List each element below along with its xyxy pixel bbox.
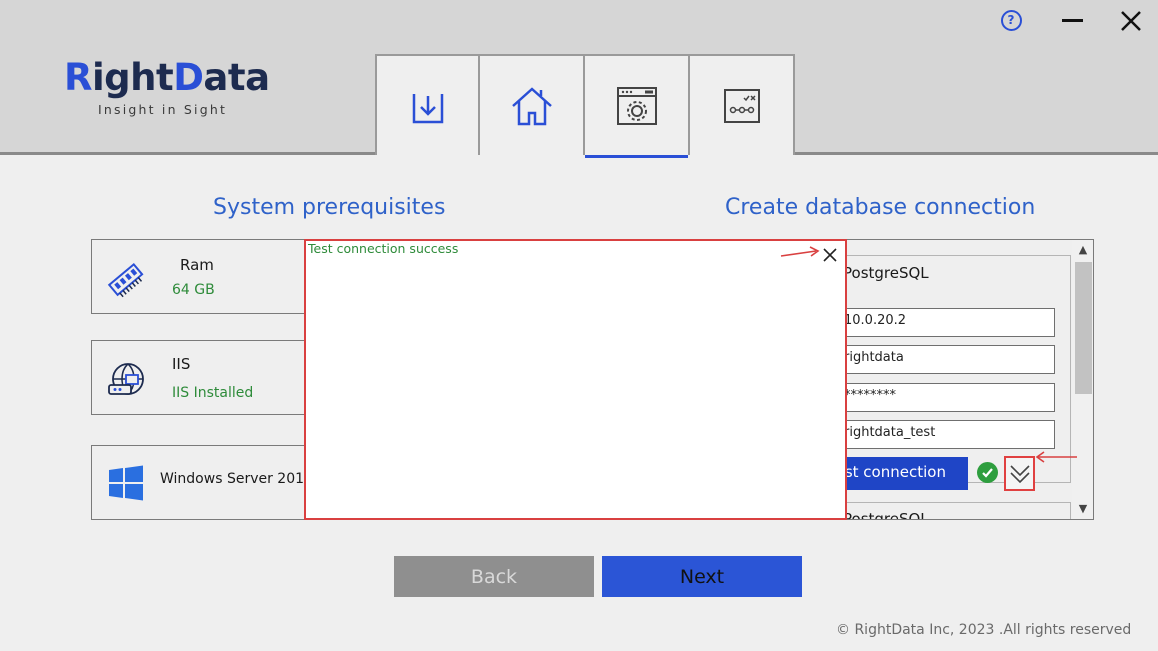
os-card: Windows Server 2016: [91, 445, 321, 520]
scroll-thumb[interactable]: [1075, 262, 1092, 394]
db-type-label: PostgreSQL: [843, 264, 929, 282]
logo-tagline: Insight in Sight: [98, 102, 228, 117]
close-icon: [1121, 11, 1141, 31]
iis-label: IIS: [172, 355, 191, 373]
iis-card: IIS IIS Installed: [91, 340, 321, 415]
ram-label: Ram: [180, 256, 214, 274]
tab-settings[interactable]: [585, 54, 690, 158]
annotation-arrow-expand: [1035, 451, 1077, 463]
globe-server-icon: [108, 363, 144, 395]
help-icon: ?: [1000, 9, 1022, 31]
system-prerequisites-title: System prerequisites: [213, 195, 446, 220]
tab-connection[interactable]: [690, 54, 795, 155]
ram-card: Ram 64 GB: [91, 239, 321, 314]
scroll-down-icon[interactable]: ▼: [1072, 499, 1093, 517]
connection-icon: [723, 88, 760, 123]
ram-value: 64 GB: [172, 282, 215, 298]
download-icon: [412, 93, 443, 123]
create-db-connection-title: Create database connection: [725, 195, 1036, 220]
windows-icon: [109, 465, 143, 501]
dialog-close-button[interactable]: [820, 245, 840, 265]
vertical-scrollbar[interactable]: ▲ ▼: [1072, 240, 1093, 519]
second-db-type-label: PostgreSQL: [843, 510, 929, 520]
minimize-icon: [1061, 18, 1083, 22]
success-check-icon: [977, 462, 998, 483]
password-field[interactable]: ********: [821, 383, 1055, 412]
settings-window-icon: [616, 86, 657, 125]
username-field[interactable]: rightdata: [821, 345, 1055, 374]
wizard-tabs: [375, 54, 795, 158]
close-window-button[interactable]: [1116, 6, 1146, 36]
next-button[interactable]: Next: [602, 556, 802, 597]
dialog-message: Test connection success: [308, 241, 459, 256]
scroll-up-icon[interactable]: ▲: [1072, 240, 1093, 258]
back-button[interactable]: Back: [394, 556, 594, 597]
expand-button[interactable]: [1004, 456, 1035, 491]
os-label: Windows Server 2016: [160, 471, 310, 487]
memory-icon: [107, 262, 144, 298]
rightdata-logo: RightData Insight in Sight: [64, 58, 274, 133]
help-button[interactable]: ?: [998, 6, 1024, 34]
minimize-button[interactable]: [1058, 6, 1086, 34]
iis-status: IIS Installed: [172, 385, 254, 401]
db-connection-group: 10.0.20.2 rightdata ******** rightdata_t…: [821, 255, 1071, 491]
host-field[interactable]: 10.0.20.2: [821, 308, 1055, 337]
double-chevron-down-icon: [1009, 464, 1030, 483]
copyright-footer: © RightData Inc, 2023 .All rights reserv…: [836, 622, 1132, 638]
close-icon: [823, 248, 837, 262]
tab-home[interactable]: [480, 54, 585, 155]
logo-wordmark: RightData: [64, 56, 270, 99]
app-header: RightData Insight in Sight: [0, 0, 1158, 158]
home-icon: [511, 86, 552, 125]
db-connection-panel: 10.0.20.2 rightdata ******** rightdata_t…: [820, 239, 1094, 520]
tab-download[interactable]: [375, 54, 480, 155]
annotation-arrow-close: [780, 246, 820, 257]
test-connection-dialog: Test connection success: [304, 239, 847, 520]
database-field[interactable]: rightdata_test: [821, 420, 1055, 449]
